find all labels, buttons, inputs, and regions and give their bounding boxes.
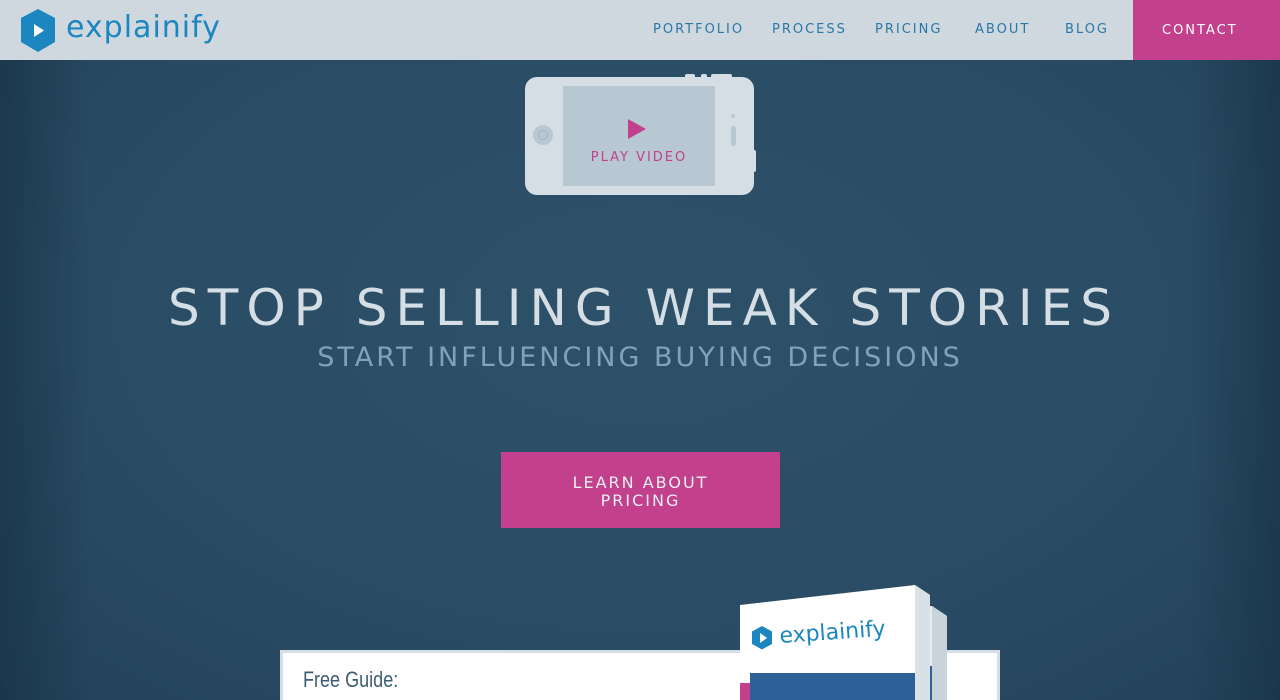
guide-book-cover: explainify <box>740 585 930 700</box>
phone-speaker <box>731 126 736 146</box>
main-nav: PORTFOLIO PROCESS PRICING ABOUT BLOG <box>0 0 1280 60</box>
phone-home-button <box>533 125 553 145</box>
nav-item-process[interactable]: PROCESS <box>772 22 847 37</box>
play-icon[interactable] <box>628 119 646 139</box>
hero-vignette-right <box>1190 60 1280 700</box>
nav-item-pricing[interactable]: PRICING <box>875 22 942 37</box>
hero-headline: STOP SELLING WEAK STORIES <box>168 279 1120 337</box>
phone-side-button <box>753 150 756 172</box>
phone-top-button <box>685 74 695 77</box>
learn-pricing-button[interactable]: LEARN ABOUT PRICING <box>501 452 780 528</box>
nav-item-portfolio[interactable]: PORTFOLIO <box>653 22 744 37</box>
phone-top-button <box>711 74 732 77</box>
free-guide-title: Free Guide: <box>303 667 399 692</box>
hero-vignette-left <box>0 60 90 700</box>
phone-camera <box>731 114 735 118</box>
phone-home-ring <box>538 130 548 140</box>
cta-label-line1: LEARN ABOUT <box>572 473 709 492</box>
play-video-phone[interactable]: PLAY VIDEO <box>525 74 756 195</box>
play-video-label[interactable]: PLAY VIDEO <box>563 150 715 165</box>
phone-top-button <box>701 74 707 77</box>
nav-contact-button[interactable]: CONTACT <box>1133 0 1280 60</box>
hero-subheadline: START INFLUENCING BUYING DECISIONS <box>317 342 963 373</box>
nav-item-blog[interactable]: BLOG <box>1065 22 1109 37</box>
cta-label-line2: PRICING <box>600 491 681 510</box>
top-navbar: explainify PORTFOLIO PROCESS PRICING ABO… <box>0 0 1280 60</box>
nav-item-about[interactable]: ABOUT <box>975 22 1030 37</box>
